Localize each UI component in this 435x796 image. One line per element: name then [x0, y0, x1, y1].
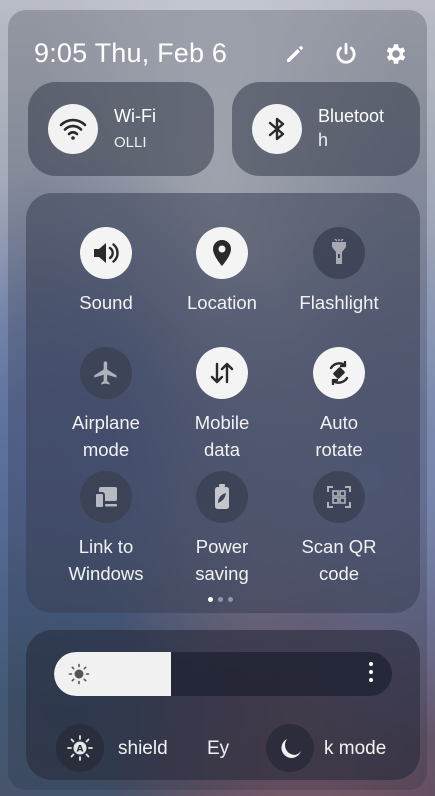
qs-flashlight[interactable]: Flashlight	[279, 227, 399, 316]
qr-scan-icon[interactable]	[313, 471, 365, 523]
bluetooth-icon[interactable]	[252, 104, 302, 154]
qs-scan-qr[interactable]: Scan QR code	[279, 471, 399, 587]
link-to-windows-icon[interactable]	[80, 471, 132, 523]
qs-location-label: Location	[187, 292, 257, 313]
bluetooth-title-wrap: h	[318, 130, 329, 150]
qs-airplane[interactable]: Airplane mode	[46, 347, 166, 463]
bluetooth-title: Bluetoot	[318, 106, 385, 126]
page-dot-2[interactable]	[218, 597, 223, 602]
qs-mobile-data[interactable]: Mobile data	[162, 347, 282, 463]
location-pin-icon[interactable]	[196, 227, 248, 279]
auto-brightness-icon[interactable]: A	[56, 724, 104, 772]
qs-mobile-data-label: Mobile data	[194, 412, 250, 460]
auto-rotate-icon[interactable]	[313, 347, 365, 399]
moon-icon[interactable]	[266, 724, 314, 772]
settings-icon[interactable]	[382, 40, 410, 68]
qs-power-saving-label: Power saving	[195, 536, 249, 584]
qs-power-saving[interactable]: Power saving	[162, 471, 282, 587]
brightness-slider[interactable]	[54, 652, 392, 696]
page-dot-1[interactable]	[208, 597, 213, 602]
qs-sound-label: Sound	[79, 292, 133, 313]
mobile-data-icon[interactable]	[196, 347, 248, 399]
clock-date: 9:05 Thu, Feb 6	[34, 38, 227, 69]
qs-location[interactable]: Location	[162, 227, 282, 316]
airplane-icon[interactable]	[80, 347, 132, 399]
status-header: 9:05 Thu, Feb 6	[34, 38, 414, 74]
svg-text:A: A	[77, 745, 84, 755]
qs-flashlight-label: Flashlight	[299, 292, 379, 313]
date-text: Thu, Feb 6	[94, 38, 228, 68]
more-vertical-icon[interactable]	[368, 662, 374, 682]
wifi-icon[interactable]	[48, 104, 98, 154]
page-dot-3[interactable]	[228, 597, 233, 602]
bluetooth-tile[interactable]: Bluetoot h	[232, 82, 420, 176]
qs-airplane-label: Airplane mode	[72, 412, 140, 460]
clock-time: 9:05	[34, 38, 88, 68]
flashlight-icon[interactable]	[313, 227, 365, 279]
qs-sound[interactable]: Sound	[46, 227, 166, 316]
eye-comfort-label-fragment: shield	[118, 738, 168, 759]
power-saving-icon[interactable]	[196, 471, 248, 523]
volume-icon[interactable]	[80, 227, 132, 279]
wifi-network-name: OLLI	[114, 134, 147, 151]
wifi-tile[interactable]: Wi-Fi OLLI	[28, 82, 214, 176]
page-indicator	[208, 597, 233, 602]
edit-icon[interactable]	[281, 40, 309, 68]
sun-icon	[68, 663, 90, 690]
qs-link-to-windows[interactable]: Link to Windows	[46, 471, 166, 587]
qs-auto-rotate[interactable]: Auto rotate	[279, 347, 399, 463]
bottom-toggles: A shield Ey k mode	[54, 724, 394, 776]
dark-mode-label-fragment: k mode	[324, 738, 387, 759]
qs-auto-rotate-label: Auto rotate	[315, 412, 363, 460]
qs-link-to-windows-label: Link to Windows	[68, 536, 144, 584]
wifi-title: Wi-Fi	[114, 106, 156, 126]
eye-comfort-label-fragment-2: Ey	[207, 738, 230, 759]
power-icon[interactable]	[332, 40, 360, 68]
qs-scan-qr-label: Scan QR code	[301, 536, 377, 584]
